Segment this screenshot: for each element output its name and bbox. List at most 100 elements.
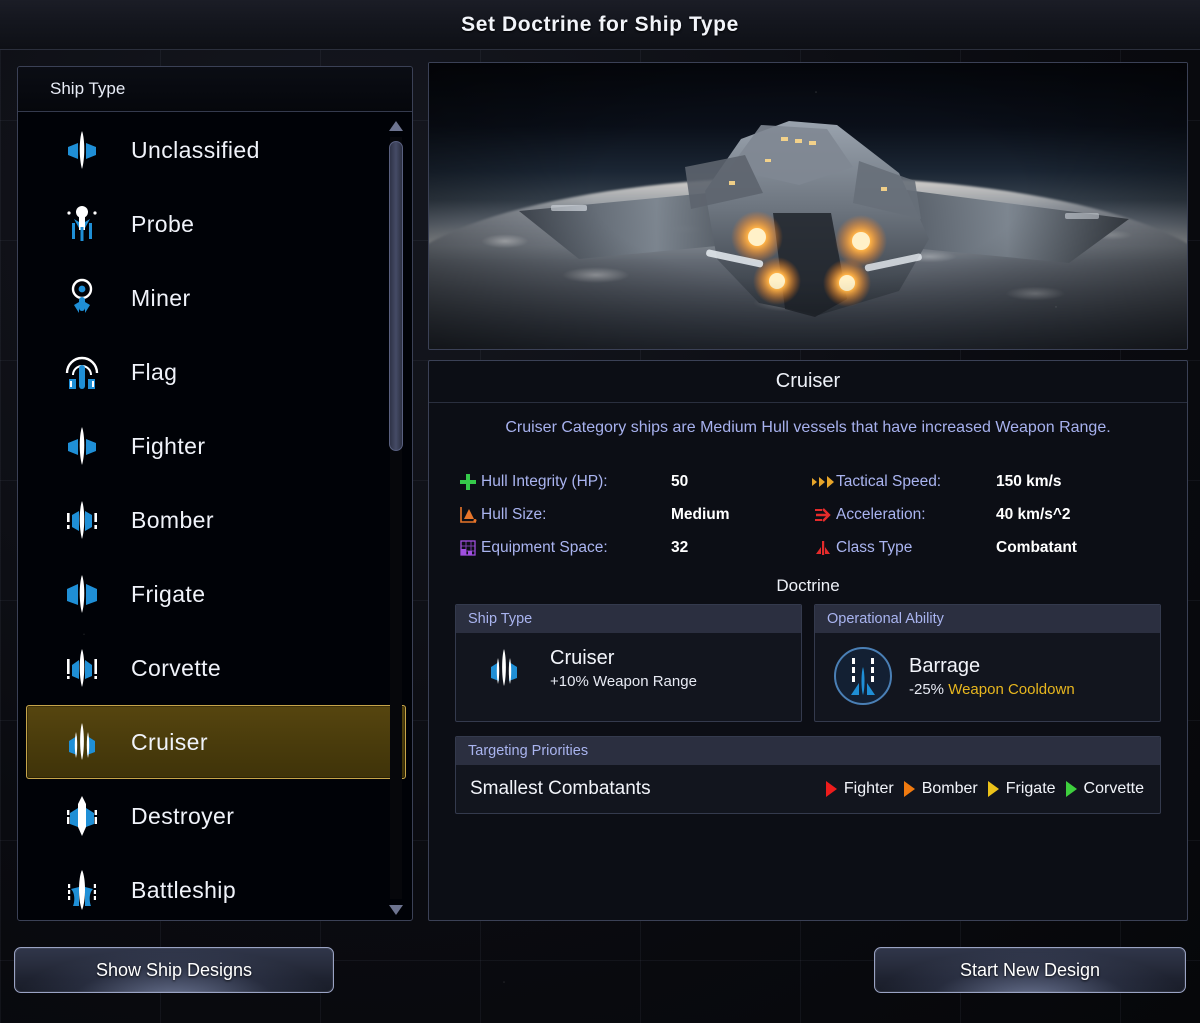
acceleration-icon (810, 505, 836, 525)
targeting-priorities-panel: Targeting Priorities Smallest Combatants… (455, 736, 1161, 814)
start-new-design-button[interactable]: Start New Design (874, 947, 1186, 993)
stat-value: 40 km/s^2 (996, 505, 1071, 523)
scrollbar-thumb[interactable] (389, 141, 403, 451)
priority-arrow-icon (987, 781, 999, 797)
ship-cruiser-icon (472, 645, 536, 691)
show-ship-designs-label: Show Ship Designs (95, 959, 253, 980)
barrage-ability-icon (831, 645, 895, 707)
tactical-speed-icon (810, 472, 836, 492)
sidebar-item-fighter[interactable]: Fighter (26, 409, 406, 483)
show-ship-designs-button[interactable]: Show Ship Designs (14, 947, 334, 993)
doctrine-cards: Ship Type Cruiser +10% Weapon Range Operati… (429, 596, 1187, 722)
priority-arrow-icon (825, 781, 837, 797)
sidebar-item-cruiser[interactable]: Cruiser (26, 705, 406, 779)
priority-arrow-icon (1065, 781, 1077, 797)
stat-row: Tactical Speed: 150 km/s (810, 465, 1155, 498)
sidebar-item-label: Cruiser (131, 728, 208, 755)
sidebar-item-corvette[interactable]: Corvette (26, 631, 406, 705)
priority-label: Frigate (1005, 780, 1056, 797)
hull-integrity-icon (455, 472, 481, 492)
ship-cruiser-icon (59, 718, 105, 766)
stat-label: Tactical Speed: (836, 472, 942, 490)
targeting-header: Targeting Priorities (456, 737, 1160, 765)
targeting-priority-list: Fighter Bomber Frigate Corvette (825, 780, 1144, 798)
priority-label: Bomber (921, 780, 978, 797)
sidebar-item-label: Battleship (131, 876, 237, 903)
ship-preview-image (428, 62, 1188, 350)
effect-prefix: +10% (550, 672, 593, 690)
priority-label: Corvette (1083, 780, 1144, 797)
stat-row: Equipment Space: 32 (455, 531, 800, 564)
sidebar-item-destroyer[interactable]: Destroyer (26, 779, 406, 853)
stat-label: Class Type (836, 538, 913, 556)
doctrine-card-header: Operational Ability (815, 605, 1160, 633)
doctrine-card-effect: -25% Weapon Cooldown (909, 681, 1075, 698)
preview-vignette (429, 63, 1187, 349)
ship-type-panel-header: Ship Type (18, 67, 412, 112)
sidebar-item-miner[interactable]: Miner (26, 261, 406, 335)
sidebar-item-unclassified[interactable]: Unclassified (26, 113, 406, 187)
doctrine-card-name: Cruiser (550, 646, 615, 669)
doctrine-card-effect: +10% Weapon Range (550, 673, 697, 690)
stat-value: Combatant (996, 538, 1077, 556)
sidebar-item-label: Probe (131, 210, 195, 237)
sidebar-item-flag[interactable]: Flag (26, 335, 406, 409)
scroll-down-arrow-icon[interactable] (389, 905, 403, 915)
stat-value: Medium (671, 505, 730, 523)
ship-stats-grid: Hull Integrity (HP): 50 Hull Size: Medium Eq… (429, 443, 1187, 570)
effect-highlight: Weapon Cooldown (948, 680, 1075, 698)
ship-destroyer-icon (59, 792, 105, 840)
ship-bomber-icon (59, 496, 105, 544)
targeting-name: Smallest Combatants (470, 778, 651, 799)
sidebar-item-label: Unclassified (131, 136, 260, 163)
class-type-icon (810, 538, 836, 558)
ship-battleship-icon (59, 866, 105, 914)
priority-item: Frigate (987, 780, 1056, 798)
sidebar-item-label: Fighter (131, 432, 206, 459)
doctrine-heading: Doctrine (776, 576, 840, 595)
stats-column-left: Hull Integrity (HP): 50 Hull Size: Medium Eq… (455, 465, 800, 564)
sidebar-item-battleship[interactable]: Battleship (26, 853, 406, 920)
start-new-design-label: Start New Design (959, 959, 1101, 980)
ship-flag-icon (59, 348, 105, 396)
ship-list-scrollbar[interactable] (386, 119, 406, 917)
ship-corvette-icon (59, 644, 105, 692)
ship-frigate-icon (59, 570, 105, 618)
priority-item: Fighter (825, 780, 894, 798)
sidebar-item-label: Bomber (131, 506, 214, 533)
stat-label: Equipment Space: (481, 538, 608, 556)
doctrine-dialog: Set Doctrine for Ship Type Ship Type Unc… (0, 0, 1200, 1023)
stat-label: Acceleration: (836, 505, 926, 523)
ship-type-panel: Ship Type Unclassified Probe Miner Flag Figh… (17, 66, 413, 921)
window-titlebar: Set Doctrine for Ship Type (0, 0, 1200, 50)
scroll-up-arrow-icon[interactable] (389, 121, 403, 131)
hull-size-icon (455, 505, 481, 525)
ship-fighter-icon (59, 422, 105, 470)
detail-description: Cruiser Category ships are Medium Hull v… (505, 419, 1111, 436)
sidebar-item-label: Flag (131, 358, 178, 385)
doctrine-card[interactable]: Ship Type Cruiser +10% Weapon Range (455, 604, 802, 722)
ship-miner-icon (59, 274, 105, 322)
sidebar-item-frigate[interactable]: Frigate (26, 557, 406, 631)
sidebar-item-label: Corvette (131, 654, 222, 681)
stat-label: Hull Size: (481, 505, 547, 523)
stat-row: Acceleration: 40 km/s^2 (810, 498, 1155, 531)
effect-prefix: -25% (909, 680, 949, 698)
sidebar-item-bomber[interactable]: Bomber (26, 483, 406, 557)
doctrine-card-header: Ship Type (456, 605, 801, 633)
effect-plain: Weapon Range (592, 672, 697, 690)
stat-value: 150 km/s (996, 472, 1062, 490)
priority-label: Fighter (843, 780, 894, 797)
detail-title: Cruiser (429, 361, 1187, 403)
stat-label: Hull Integrity (HP): (481, 472, 608, 490)
doctrine-card-name: Barrage (909, 654, 981, 677)
targeting-row: Smallest Combatants Fighter Bomber Frigate… (456, 765, 1160, 813)
stat-row: Hull Size: Medium (455, 498, 800, 531)
doctrine-card[interactable]: Operational Ability Barrage -25% Weapon Co… (814, 604, 1161, 722)
ship-probe-icon (59, 200, 105, 248)
ship-type-header-label: Ship Type (50, 79, 126, 98)
ship-type-list[interactable]: Unclassified Probe Miner Flag Fighter Bomber F… (18, 113, 412, 920)
stats-column-right: Tactical Speed: 150 km/s Acceleration: 40 k… (810, 465, 1155, 564)
sidebar-item-probe[interactable]: Probe (26, 187, 406, 261)
equipment-space-icon (455, 538, 481, 558)
